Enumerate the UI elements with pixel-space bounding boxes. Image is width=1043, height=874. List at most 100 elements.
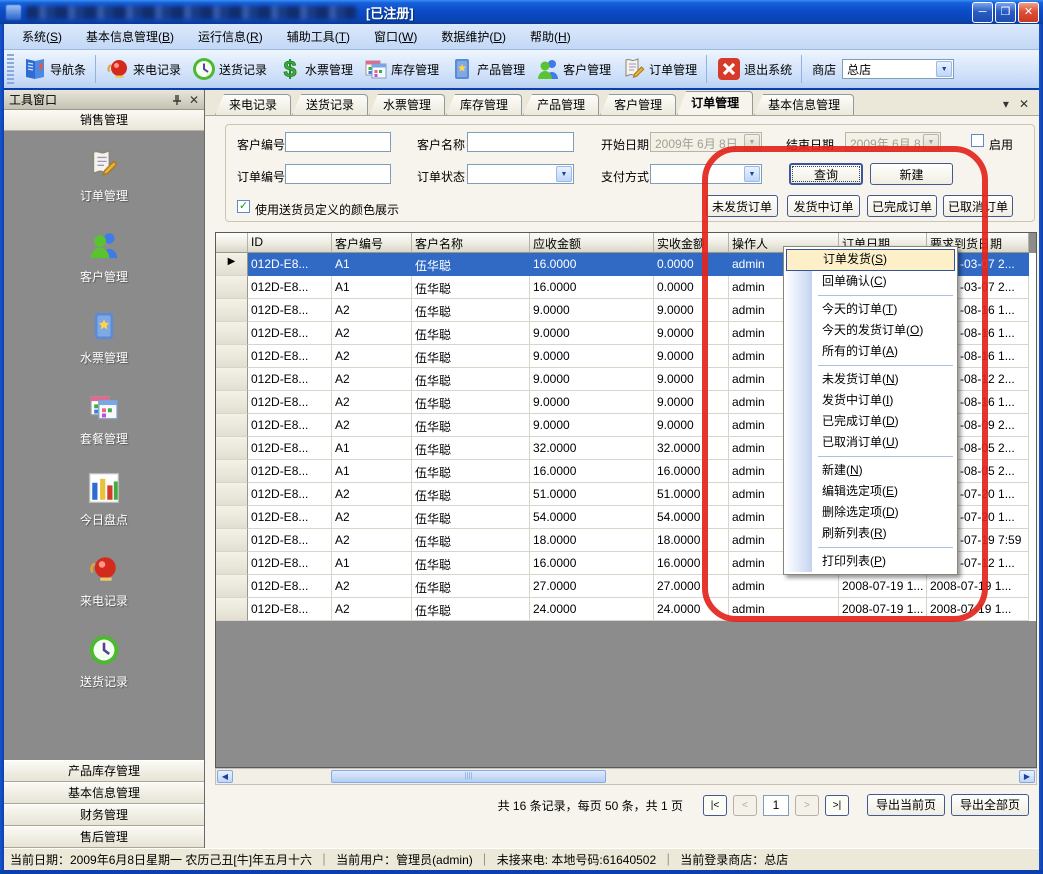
order-status-select[interactable]: ▼ [467,164,574,184]
query-button[interactable]: 查询 [789,163,863,185]
close-button[interactable]: ✕ [1018,2,1039,23]
pay-method-select[interactable]: ▼ [650,164,762,184]
scroll-left-icon[interactable]: ◀ [217,770,233,783]
completed-orders-button[interactable]: 已完成订单 [867,195,937,217]
shipping-orders-button[interactable]: 发货中订单 [787,195,860,217]
context-menu-item-refresh-list[interactable]: 刷新列表(R) [786,523,955,544]
toolbar-button-inventory[interactable]: 库存管理 [358,52,444,86]
scroll-right-icon[interactable]: ▶ [1019,770,1035,783]
cell-received-amount: 9.0000 [654,414,729,437]
enable-checkbox[interactable] [971,134,984,147]
customer-name-input[interactable] [467,132,574,152]
customer-no-input[interactable] [285,132,391,152]
column-header-received-amount[interactable]: 实收金额 [654,233,729,253]
sidebar-section-sales[interactable]: 销售管理 [4,110,204,131]
minimize-button[interactable]: ─ [972,2,993,23]
scrollbar-thumb[interactable] [331,770,606,783]
toolbar-button-exit[interactable]: 退出系统 [711,52,797,86]
context-menu-item-all-orders[interactable]: 所有的订单(A) [786,341,955,362]
column-header-customer-name[interactable]: 客户名称 [412,233,530,253]
column-header-id[interactable]: ID [248,233,332,253]
sidebar-item-delivery-records[interactable]: 送货记录 [80,633,128,690]
toolbar-button-incoming-calls[interactable]: 来电记录 [100,52,186,86]
context-menu-item-today-shipped-orders[interactable]: 今天的发货订单(O) [786,320,955,341]
menubar-item-basic-info[interactable]: 基本信息管理(B) [74,25,186,48]
end-date-picker[interactable]: 2009年 6月 8日▼ [845,132,941,152]
tab-delivery-records[interactable]: 送货记录 [292,94,368,115]
cell-customer-name: 伍华聪 [412,345,530,368]
tool-window-title: 工具窗口 [9,91,57,108]
menubar-item-window[interactable]: 窗口(W) [362,25,429,48]
cell-customer-name: 伍华聪 [412,506,530,529]
cancelled-orders-button[interactable]: 已取消订单 [943,195,1013,217]
tab-incoming-calls[interactable]: 来电记录 [215,94,291,115]
new-button[interactable]: 新建 [870,163,953,185]
toolbar-button-water-tickets[interactable]: $水票管理 [272,52,358,86]
sidebar-item-orders[interactable]: 订单管理 [80,147,128,204]
sidebar-item-packages[interactable]: 套餐管理 [80,390,128,447]
context-menu-item-cancelled-orders[interactable]: 已取消订单(U) [786,432,955,453]
tab-list-dropdown-icon[interactable]: ▾ [1003,97,1009,111]
column-header-customer-no[interactable]: 客户编号 [332,233,412,253]
context-menu-item-new[interactable]: 新建(N) [786,460,955,481]
tab-orders[interactable]: 订单管理 [677,91,753,115]
tab-products[interactable]: 产品管理 [523,94,599,115]
sidebar-section-product-inventory[interactable]: 产品库存管理 [4,760,204,782]
tab-inventory[interactable]: 库存管理 [446,94,522,115]
sidebar-item-water-tickets[interactable]: 水票管理 [80,309,128,366]
context-menu-item-delete-selected[interactable]: 删除选定项(D) [786,502,955,523]
order-no-input[interactable] [285,164,391,184]
start-date-picker[interactable]: 2009年 6月 8日▼ [650,132,762,152]
tab-customers[interactable]: 客户管理 [600,94,676,115]
last-page-button[interactable]: >| [825,795,849,816]
menubar-item-system[interactable]: 系统(S) [10,25,74,48]
context-menu-item-edit-selected[interactable]: 编辑选定项(E) [786,481,955,502]
toolbar-separator [706,55,707,83]
context-menu-item-shipping-orders[interactable]: 发货中订单(I) [786,390,955,411]
tool-window-close-icon[interactable]: ✕ [189,93,199,107]
context-menu-item-ship-order[interactable]: 订单发货(S) [786,249,955,271]
toolbar-button-customers[interactable]: 客户管理 [530,52,616,86]
cell-received-amount: 9.0000 [654,345,729,368]
tab-close-icon[interactable]: ✕ [1019,97,1029,111]
prev-page-button[interactable]: < [733,795,757,816]
column-header-receivable-amount[interactable]: 应收金额 [530,233,654,253]
export-current-page-button[interactable]: 导出当前页 [867,794,945,816]
unshipped-orders-button[interactable]: 未发货订单 [706,195,778,217]
menubar-item-data-maintenance[interactable]: 数据维护(D) [429,25,518,48]
toolbar-button-products[interactable]: 产品管理 [444,52,530,86]
maximize-button[interactable]: ❐ [995,2,1016,23]
pin-icon[interactable] [172,94,182,106]
menubar-item-runtime-info[interactable]: 运行信息(R) [186,25,275,48]
toolbar-button-delivery-records[interactable]: 送货记录 [186,52,272,86]
column-header-row-selector[interactable] [216,233,248,253]
sidebar-item-customers[interactable]: 客户管理 [80,228,128,285]
horizontal-scrollbar[interactable]: ◀ ▶ [215,768,1037,785]
cell-order-date: 2008-07-19 1... [839,575,927,598]
sidebar-item-incoming-calls[interactable]: 来电记录 [80,552,128,609]
context-menu-item-print-list[interactable]: 打印列表(P) [786,551,955,572]
tab-water-tickets[interactable]: 水票管理 [369,94,445,115]
table-row[interactable]: 012D-E8...A2伍华聪27.000027.0000admin2008-0… [216,575,1036,598]
context-menu-item-today-orders[interactable]: 今天的订单(T) [786,299,955,320]
sidebar-section-basic-info[interactable]: 基本信息管理 [4,782,204,804]
sidebar-section-finance[interactable]: 财务管理 [4,804,204,826]
context-menu-item-completed-orders[interactable]: 已完成订单(D) [786,411,955,432]
menubar-item-tools[interactable]: 辅助工具(T) [275,25,362,48]
first-page-button[interactable]: |< [703,795,727,816]
tab-basic-info[interactable]: 基本信息管理 [754,94,854,115]
shop-select[interactable]: 总店▼ [842,59,954,79]
toolbar-button-navbar[interactable]: 导航条 [17,52,91,86]
menubar-item-help[interactable]: 帮助(H) [518,25,583,48]
sidebar-item-daily-check[interactable]: 今日盘点 [80,471,128,528]
chevron-down-icon: ▼ [556,166,572,182]
context-menu-item-unshipped-orders[interactable]: 未发货订单(N) [786,369,955,390]
sidebar-section-after-sales[interactable]: 售后管理 [4,826,204,848]
table-row[interactable]: 012D-E8...A2伍华聪24.000024.0000admin2008-0… [216,598,1036,621]
page-number-input[interactable]: 1 [763,795,789,816]
next-page-button[interactable]: > [795,795,819,816]
export-all-pages-button[interactable]: 导出全部页 [951,794,1029,816]
delivery-color-checkbox[interactable]: ✓ [237,200,250,213]
toolbar-button-orders[interactable]: 订单管理 [616,52,702,86]
context-menu-item-receipt-confirm[interactable]: 回单确认(C) [786,271,955,292]
